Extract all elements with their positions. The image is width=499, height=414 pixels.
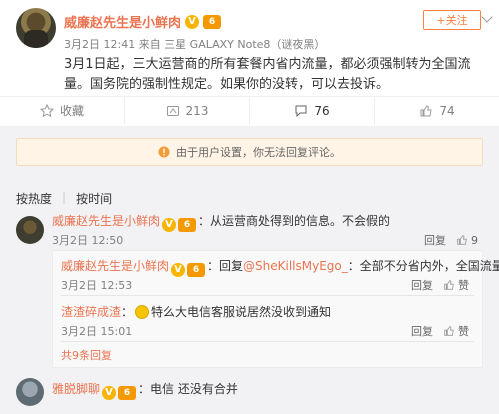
reply-divider	[61, 295, 474, 296]
comment-avatar[interactable]	[16, 378, 44, 406]
tab-sort-hot[interactable]: 按热度	[16, 190, 52, 207]
like-icon	[457, 235, 467, 245]
reply-text: 特么大电信客服说居然没收到通知	[151, 305, 332, 319]
comment-author[interactable]: 威廉赵先生是小鲜肉	[52, 214, 160, 228]
vip-icon: 6	[178, 217, 197, 232]
star-icon	[39, 103, 54, 117]
repost-count: 213	[185, 103, 209, 118]
comment-icon	[295, 105, 307, 117]
comment-text: ：从运营商处得到的信息。不会假的	[198, 214, 391, 228]
vip-icon: 6	[203, 14, 222, 29]
verified-icon: V	[185, 14, 200, 29]
sort-divider: |	[62, 190, 67, 204]
reply-author[interactable]: 威廉赵先生是小鲜肉	[61, 259, 169, 273]
repost-icon	[166, 105, 179, 116]
chevron-down-icon[interactable]	[481, 11, 493, 23]
reply-like-button[interactable]: 赞	[443, 323, 469, 339]
weibo-post: 威廉赵先生是小鲜肉 V 6 3月2日 12:41 来自 三星 GALAXY No…	[0, 0, 499, 126]
comment-body: 威廉赵先生是小鲜肉 V 6 ：从运营商处得到的信息。不会假的	[52, 212, 390, 232]
comment-like-button[interactable]: 9	[456, 234, 478, 247]
reply-prefix: ：回复	[207, 259, 244, 273]
sort-tabs: 按热度 | 按时间	[16, 190, 112, 207]
author-badges: V6	[171, 262, 206, 277]
reply-time: 3月2日 15:01	[61, 325, 133, 338]
comment-avatar[interactable]	[16, 216, 44, 244]
reply-colon: ：	[121, 305, 134, 319]
reply-divider	[61, 341, 474, 342]
post-text: 3月1日起，三大运营商的所有套餐内省内流量，都必须强制转为全国流量。国务院的强制…	[64, 57, 471, 92]
comments-section: 由于用户设置，你无法回复评论。 按热度 | 按时间 威廉赵先生是小鲜肉 V 6 ：从运…	[0, 126, 499, 414]
like-count: 74	[439, 103, 455, 118]
emoji-icon	[135, 305, 150, 319]
favorite-label: 收藏	[59, 104, 84, 118]
like-icon	[420, 104, 432, 116]
info-icon	[158, 146, 170, 158]
comment-like-count: 9	[471, 233, 478, 247]
comment-button[interactable]: 76	[250, 97, 375, 124]
reply-body: 威廉赵先生是小鲜肉 V 6 ：回复@SheKillsMyEgo_：全部不分省内外，全国…	[61, 257, 499, 277]
reply-like-label: 赞	[458, 325, 469, 338]
reply-time: 3月2日 12:53	[61, 279, 133, 292]
comment-author[interactable]: 雅脱脚聊	[52, 382, 100, 396]
post-action-bar: 收藏 213 76 74	[0, 96, 499, 124]
author-badges: V6	[102, 385, 137, 400]
like-icon	[444, 280, 454, 290]
like-button[interactable]: 74	[375, 97, 499, 124]
like-icon	[444, 326, 454, 336]
tab-sort-time[interactable]: 按时间	[76, 190, 112, 207]
reply-button[interactable]: 回复	[411, 277, 433, 293]
reply-button[interactable]: 回复	[411, 323, 433, 339]
verified-icon: V	[102, 385, 117, 400]
verified-icon: V	[162, 217, 177, 232]
reply-actions: 回复 赞	[411, 277, 469, 293]
author-name[interactable]: 威廉赵先生是小鲜肉	[64, 12, 181, 31]
follow-button[interactable]: +关注	[423, 10, 481, 30]
reply-button[interactable]: 回复	[424, 232, 446, 248]
reply-author[interactable]: 渣渣碎成渣	[61, 305, 121, 319]
post-author: 威廉赵先生是小鲜肉 V 6	[64, 12, 222, 31]
comment-actions: 回复 9	[424, 232, 478, 248]
reply-like-label: 赞	[458, 279, 469, 292]
author-avatar[interactable]	[16, 8, 56, 48]
author-badges: V6	[162, 217, 197, 232]
comment-text: ：电信 还没有合并	[138, 382, 238, 396]
reply-body: 渣渣碎成渣： 特么大电信客服说居然没收到通知	[61, 303, 331, 320]
comment-body: 雅脱脚聊 V 6 ：电信 还没有合并	[52, 380, 238, 400]
verified-icon: V	[171, 262, 186, 277]
notice-text: 由于用户设置，你无法回复评论。	[176, 146, 341, 159]
reply-disabled-notice: 由于用户设置，你无法回复评论。	[16, 138, 483, 166]
repost-button[interactable]: 213	[125, 97, 250, 124]
reply-like-button[interactable]: 赞	[443, 277, 469, 293]
vip-icon: 6	[187, 262, 206, 277]
reply-actions: 回复 赞	[411, 323, 469, 339]
post-meta: 3月2日 12:41 来自 三星 GALAXY Note8（谜夜黑）	[64, 38, 326, 51]
vip-icon: 6	[118, 385, 137, 400]
comment-count: 76	[314, 103, 330, 118]
reply-thread: 威廉赵先生是小鲜肉 V 6 ：回复@SheKillsMyEgo_：全部不分省内外，全国…	[52, 250, 499, 368]
more-replies-link[interactable]: 共9条回复	[61, 347, 112, 363]
reply-text: ：全部不分省内外，全国流量	[347, 259, 499, 273]
favorite-button[interactable]: 收藏	[0, 97, 125, 124]
mention-link[interactable]: @SheKillsMyEgo_	[243, 259, 348, 273]
comment-time: 3月2日 12:50	[52, 234, 124, 247]
